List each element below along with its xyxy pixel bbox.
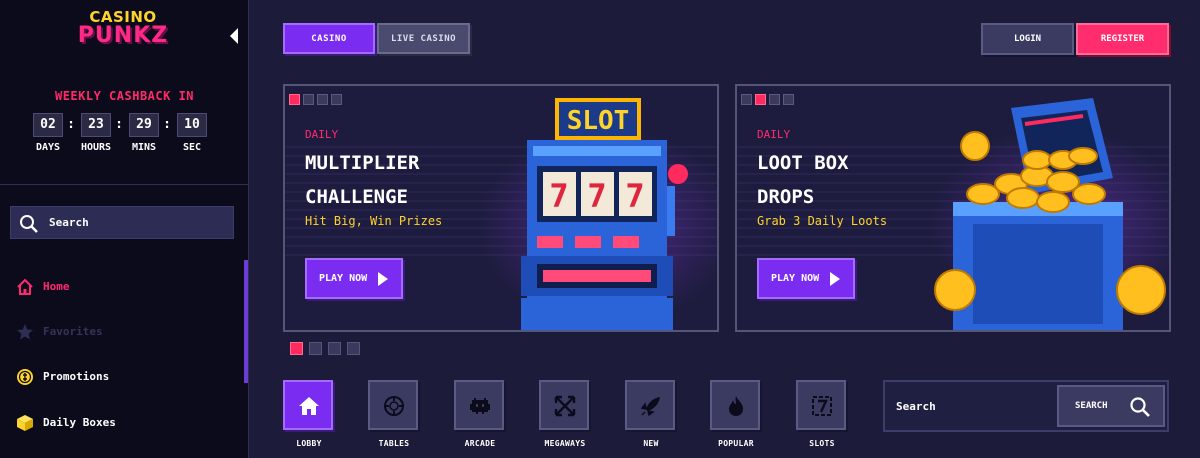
banner-title: MULTIPLIER CHALLENGE (305, 146, 495, 214)
brand-logo[interactable]: CASINO PUNKZ (77, 10, 169, 47)
arrows-icon (554, 395, 576, 417)
play-icon (830, 272, 840, 286)
search-icon (1130, 397, 1150, 417)
sidebar-item-promotions[interactable]: Promotions (0, 362, 240, 392)
play-now-label: PLAY NOW (771, 273, 820, 284)
game-search-button-label: SEARCH (1075, 401, 1108, 411)
sidebar-item-label: Promotions (43, 370, 110, 383)
reel-3: 7 (625, 177, 644, 215)
sidebar-search-input[interactable]: Search (10, 206, 234, 239)
timer-mins-value: 29 (129, 113, 159, 137)
sidebar-item-label: Daily Boxes (43, 416, 116, 429)
collapse-sidebar-icon[interactable] (228, 28, 240, 44)
banner-window-dots (289, 90, 345, 105)
search-icon (20, 215, 38, 233)
category-tables[interactable]: TABLES (368, 380, 420, 448)
category-slots[interactable]: SLOTS (796, 380, 848, 448)
tab-casino[interactable]: CASINO (283, 23, 375, 54)
login-button[interactable]: LOGIN (981, 23, 1074, 55)
category-new[interactable]: NEW (625, 380, 677, 448)
brand-line2: PUNKZ (77, 23, 169, 48)
timer-separator: : (163, 117, 171, 132)
banner-title-line1: LOOT BOX (757, 152, 849, 174)
banner-subtitle: DAILY (305, 128, 339, 141)
play-icon (378, 272, 388, 286)
sidebar: CASINO PUNKZ WEEKLY CASHBACK IN 02 : 23 … (0, 0, 249, 458)
banner-subtitle: DAILY (757, 128, 791, 141)
play-now-button[interactable]: PLAY NOW (757, 258, 855, 299)
category-label: POPULAR (718, 439, 754, 448)
timer-mins-label: MINS (131, 142, 157, 153)
banner-multiplier-challenge: DAILY MULTIPLIER CHALLENGE Hit Big, Win … (283, 84, 719, 332)
cashback-title: WEEKLY CASHBACK IN (54, 89, 195, 103)
game-search-input[interactable]: Search (896, 400, 936, 413)
chip-icon (384, 396, 404, 416)
banner-pager (290, 340, 366, 355)
timer-sec-value: 10 (177, 113, 207, 137)
category-label: TABLES (378, 439, 410, 448)
sidebar-item-home[interactable]: Home (0, 272, 240, 302)
sidebar-item-favorites[interactable]: Favorites (0, 317, 240, 347)
pager-dot-2[interactable] (309, 342, 322, 355)
register-button[interactable]: REGISTER (1076, 23, 1169, 55)
home-icon (299, 397, 319, 415)
category-label: NEW (643, 439, 659, 448)
reel-2: 7 (587, 177, 606, 215)
category-arcade[interactable]: ARCADE (454, 380, 506, 448)
cashback-timer: 02 : 23 : 29 : 10 DAYS HOURS MINS SEC (28, 113, 218, 159)
pager-dot-1[interactable] (290, 342, 303, 355)
timer-separator: : (115, 117, 123, 132)
slot-icon (812, 396, 832, 416)
fire-icon (729, 396, 743, 416)
pager-dot-4[interactable] (347, 342, 360, 355)
treasure-chest-illustration (934, 98, 1166, 330)
sidebar-divider (0, 184, 249, 185)
banner-title: LOOT BOX DROPS (757, 146, 947, 214)
timer-sec-label: SEC (182, 142, 202, 153)
category-lobby[interactable]: LOBBY (283, 380, 335, 448)
sidebar-item-daily-boxes[interactable]: Daily Boxes (0, 408, 240, 438)
banner-description: Hit Big, Win Prizes (305, 214, 443, 228)
home-icon (17, 278, 33, 295)
timer-hours-label: HOURS (80, 142, 112, 153)
play-now-button[interactable]: PLAY NOW (305, 258, 403, 299)
category-megaways[interactable]: MEGAWAYS (539, 380, 591, 448)
pager-dot-3[interactable] (328, 342, 341, 355)
game-search-button[interactable]: SEARCH (1057, 385, 1165, 427)
sidebar-scrollbar[interactable] (244, 260, 248, 383)
category-label: ARCADE (464, 439, 496, 448)
rocket-icon (640, 397, 660, 417)
banner-title-line2: CHALLENGE (305, 186, 408, 208)
category-label: MEGAWAYS (544, 439, 586, 448)
banner-title-line2: DROPS (757, 186, 815, 208)
tab-live-casino[interactable]: LIVE CASINO (377, 23, 470, 54)
category-label: SLOTS (809, 439, 835, 448)
box-icon (17, 415, 33, 431)
sidebar-item-label: Home (43, 280, 70, 293)
game-search-bar: Search SEARCH (883, 380, 1169, 432)
timer-hours-value: 23 (81, 113, 111, 137)
play-now-label: PLAY NOW (319, 273, 368, 284)
coin-icon (17, 369, 33, 385)
timer-days-value: 02 (33, 113, 63, 137)
timer-separator: : (67, 117, 75, 132)
sidebar-item-label: Favorites (43, 325, 103, 338)
category-popular[interactable]: POPULAR (710, 380, 762, 448)
banner-loot-box-drops: DAILY LOOT BOX DROPS Grab 3 Daily Loots … (735, 84, 1171, 332)
sidebar-search-placeholder: Search (49, 216, 89, 229)
invader-icon (470, 398, 490, 414)
banner-description: Grab 3 Daily Loots (757, 214, 888, 228)
banner-window-dots (741, 90, 797, 105)
timer-days-label: DAYS (35, 142, 61, 153)
category-label: LOBBY (296, 439, 322, 448)
slot-machine-illustration: SLOT 7 7 7 (521, 98, 688, 330)
star-icon (17, 324, 33, 340)
slot-sign-text: SLOT (567, 106, 630, 136)
banner-title-line1: MULTIPLIER (305, 152, 420, 174)
reel-1: 7 (549, 177, 568, 215)
